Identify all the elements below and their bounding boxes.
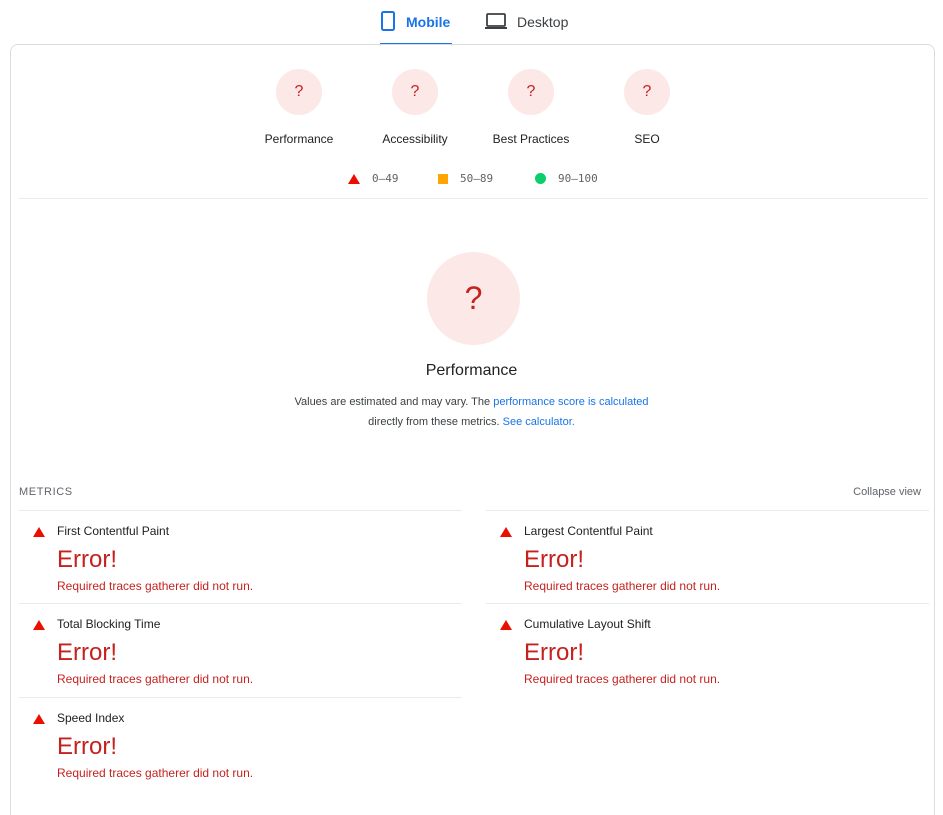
fail-triangle-icon [500,620,512,630]
legend-range: 0–49 [372,172,399,185]
legend-pass: 90–100 [535,172,598,185]
metric-value: Error! [57,733,117,760]
gauge-score: ? [508,69,554,115]
gauge-accessibility[interactable]: ? Accessibility [365,69,465,146]
metric-name: Cumulative Layout Shift [524,617,651,631]
device-tabs: Mobile Desktop [0,0,943,46]
gauge-best-practices[interactable]: ? Best Practices [481,69,581,146]
metric-error: Required traces gatherer did not run. [524,579,721,593]
metric-name: Largest Contentful Paint [524,524,653,538]
metric-value: Error! [57,546,117,573]
legend-range: 90–100 [558,172,598,185]
metric-speed-index: Speed Index Error! Required traces gathe… [19,697,462,791]
metric-largest-contentful-paint: Largest Contentful Paint Error! Required… [486,510,929,604]
score-calculated-link[interactable]: performance score is calculated [493,396,648,408]
pass-circle-icon [535,173,546,184]
tab-desktop-label: Desktop [517,14,569,30]
metric-value: Error! [524,639,584,666]
gauge-score: ? [392,69,438,115]
metric-error: Required traces gatherer did not run. [524,672,721,686]
fail-triangle-icon [348,173,360,184]
metric-value: Error! [57,639,117,666]
gauge-label: Accessibility [382,132,448,146]
metric-name: Speed Index [57,711,125,725]
score-legend: 0–49 50–89 90–100 [0,172,943,190]
gauge-score: ? [624,69,670,115]
gauge-label: Best Practices [492,132,570,146]
tab-mobile-label: Mobile [406,14,451,30]
metric-total-blocking-time: Total Blocking Time Error! Required trac… [19,603,462,697]
phone-icon [380,10,396,37]
gauge-label: SEO [634,132,660,146]
gauge-label: Performance [264,132,334,146]
gauge-performance[interactable]: ? Performance [249,69,349,146]
metrics-heading: METRICS [19,486,73,498]
collapse-view-button[interactable]: Collapse view [853,486,921,498]
metric-name: Total Blocking Time [57,617,161,631]
legend-range: 50–89 [460,172,494,185]
metric-name: First Contentful Paint [57,524,170,538]
performance-gauge: ? [427,252,520,345]
average-square-icon [438,173,448,184]
fail-triangle-icon [33,714,45,724]
fail-triangle-icon [33,620,45,630]
gauge-score: ? [276,69,322,115]
metric-error: Required traces gatherer did not run. [57,672,254,686]
see-calculator-link[interactable]: See calculator. [503,416,575,428]
performance-description: Values are estimated and may vary. The p… [0,392,943,432]
category-gauges: ? Performance ? Accessibility ? Best Pra… [0,69,943,149]
legend-average: 50–89 [438,172,493,185]
laptop-icon [485,10,507,37]
desc-text: Values are estimated and may vary. The [294,396,494,408]
metric-first-contentful-paint: First Contentful Paint Error! Required t… [19,510,462,604]
gauge-seo[interactable]: ? SEO [597,69,697,146]
legend-fail: 0–49 [348,172,399,185]
tab-mobile[interactable]: Mobile [380,10,452,45]
metric-error: Required traces gatherer did not run. [57,579,254,593]
divider [19,198,928,199]
metric-error: Required traces gatherer did not run. [57,766,254,780]
performance-title: Performance [425,362,518,379]
fail-triangle-icon [33,527,45,537]
tab-desktop[interactable]: Desktop [485,10,568,44]
desc-text: directly from these metrics. [368,416,503,428]
metric-value: Error! [524,546,584,573]
fail-triangle-icon [500,527,512,537]
metric-cumulative-layout-shift: Cumulative Layout Shift Error! Required … [486,603,929,697]
